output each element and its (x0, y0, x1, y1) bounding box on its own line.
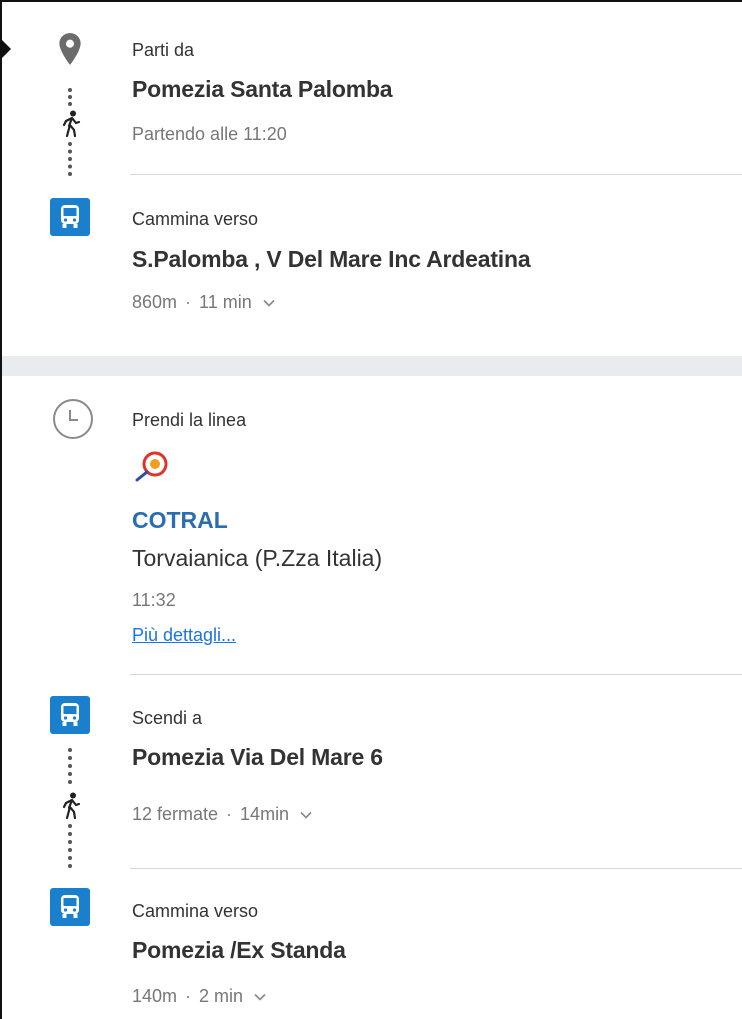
departure-time: Partendo alle 11:20 (132, 124, 287, 144)
walk-distance: 860m (132, 292, 178, 312)
walk-dotted-line (68, 142, 76, 176)
current-step-marker (2, 40, 11, 58)
chevron-down-icon[interactable] (300, 811, 312, 819)
walking-person-icon (62, 792, 81, 820)
cotral-logo-icon (135, 451, 168, 482)
walk-label: Cammina verso (132, 901, 259, 921)
line-destination: Torvaianica (P.Zza Italia) (132, 545, 383, 571)
walk-dotted-line (68, 824, 76, 868)
start-label: Parti da (132, 40, 195, 60)
ride-summary[interactable]: 12 fermate · 14min (132, 804, 312, 825)
walk-summary[interactable]: 860m · 11 min (132, 292, 275, 313)
walk-duration: 2 min (199, 986, 244, 1006)
line-operator: COTRAL (132, 507, 228, 533)
alight-stop: Pomezia Via Del Mare 6 (132, 744, 383, 770)
walk-destination: Pomezia /Ex Standa (132, 937, 346, 963)
walk-destination: S.Palomba , V Del Mare Inc Ardeatina (132, 246, 531, 272)
separator-dot: · (185, 986, 192, 1006)
chevron-down-icon[interactable] (254, 993, 266, 1001)
bus-stop-icon (50, 888, 90, 926)
start-title: Pomezia Santa Palomba (132, 76, 393, 102)
separator-dot: · (185, 292, 192, 312)
ride-duration: 14min (240, 804, 290, 824)
bus-stop-icon (50, 696, 90, 734)
separator-dot: · (226, 804, 233, 824)
walk-duration: 11 min (199, 292, 252, 312)
divider (130, 868, 742, 869)
alight-label: Scendi a (132, 708, 203, 728)
ride-label: Prendi la linea (132, 410, 247, 430)
divider (130, 174, 742, 175)
walking-person-icon (62, 110, 81, 138)
walk-summary[interactable]: 140m · 2 min (132, 986, 266, 1007)
section-separator (2, 356, 742, 376)
itinerary-panel: Parti da Pomezia Santa Palomba Partendo … (0, 0, 742, 1019)
walk-distance: 140m (132, 986, 178, 1006)
walk-dotted-line (68, 88, 76, 106)
clock-icon (53, 399, 93, 439)
more-details-link[interactable]: Più dettagli... (132, 625, 236, 646)
walk-label: Cammina verso (132, 209, 259, 229)
location-pin-icon (59, 33, 81, 65)
bus-stop-icon (50, 198, 90, 236)
divider (130, 674, 742, 675)
walk-dotted-line (68, 748, 76, 784)
chevron-down-icon[interactable] (263, 299, 275, 307)
ride-time: 11:32 (132, 590, 176, 610)
stop-count: 12 fermate (132, 804, 219, 824)
